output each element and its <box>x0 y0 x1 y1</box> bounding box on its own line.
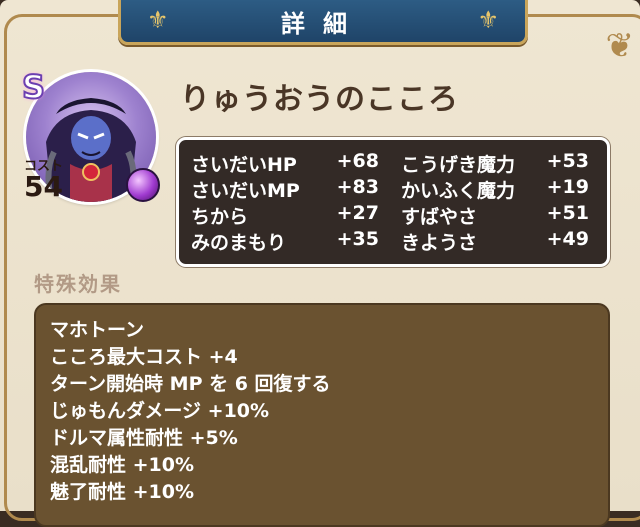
list-item: 混乱耐性 +10% <box>50 454 195 476</box>
stat-value: +27 <box>336 202 379 224</box>
page-title: 詳細 <box>281 10 365 38</box>
list-item: じゅもんダメージ +10% <box>50 400 270 422</box>
monster-name: りゅうおうのこころ <box>180 82 459 117</box>
stat-label: すばやさ <box>401 206 478 228</box>
ornament-corner-icon: ❦ <box>605 26 635 66</box>
stat-value: +68 <box>336 150 379 172</box>
stats-table: さいだいHP +68 こうげき魔力 +53 さいだいMP +83 かいふく魔力 … <box>176 137 610 267</box>
special-effects-heading: 特殊効果 <box>34 272 122 296</box>
stat-value: +49 <box>546 228 589 250</box>
list-item: マホトーン <box>50 319 145 341</box>
stat-label: こうげき魔力 <box>401 154 516 176</box>
stat-label: かいふく魔力 <box>401 180 516 202</box>
list-item: こころ最大コスト +4 <box>50 346 238 368</box>
list-item: ターン開始時 MP を 6 回復する <box>50 373 331 395</box>
detail-panel: ❦ ⚜ 詳細 ⚜ S コスト 54 りゅうおうのこころ さいだいHP +68 こ… <box>0 0 640 527</box>
stat-value: +51 <box>546 202 589 224</box>
stat-label: みのまもり <box>191 232 287 254</box>
stat-label: ちから <box>191 206 249 228</box>
list-item: ドルマ属性耐性 +5% <box>50 427 238 449</box>
special-effects-list: マホトーン こころ最大コスト +4 ターン開始時 MP を 6 回復する じゅも… <box>34 303 610 527</box>
stat-value: +83 <box>336 176 379 198</box>
stat-label: さいだいHP <box>191 154 297 176</box>
stat-value: +19 <box>546 176 589 198</box>
purple-orb-icon <box>126 168 160 202</box>
rank-s-badge: S <box>21 67 46 107</box>
fleur-de-lis-icon: ⚜ <box>477 6 499 34</box>
stat-value: +35 <box>336 228 379 250</box>
list-item: 魅了耐性 +10% <box>50 481 195 503</box>
title-plate: ⚜ 詳細 ⚜ <box>118 0 528 45</box>
cost-value: 54 <box>24 170 63 203</box>
stat-label: きようさ <box>401 232 478 254</box>
stat-value: +53 <box>546 150 589 172</box>
stat-label: さいだいMP <box>191 180 300 202</box>
